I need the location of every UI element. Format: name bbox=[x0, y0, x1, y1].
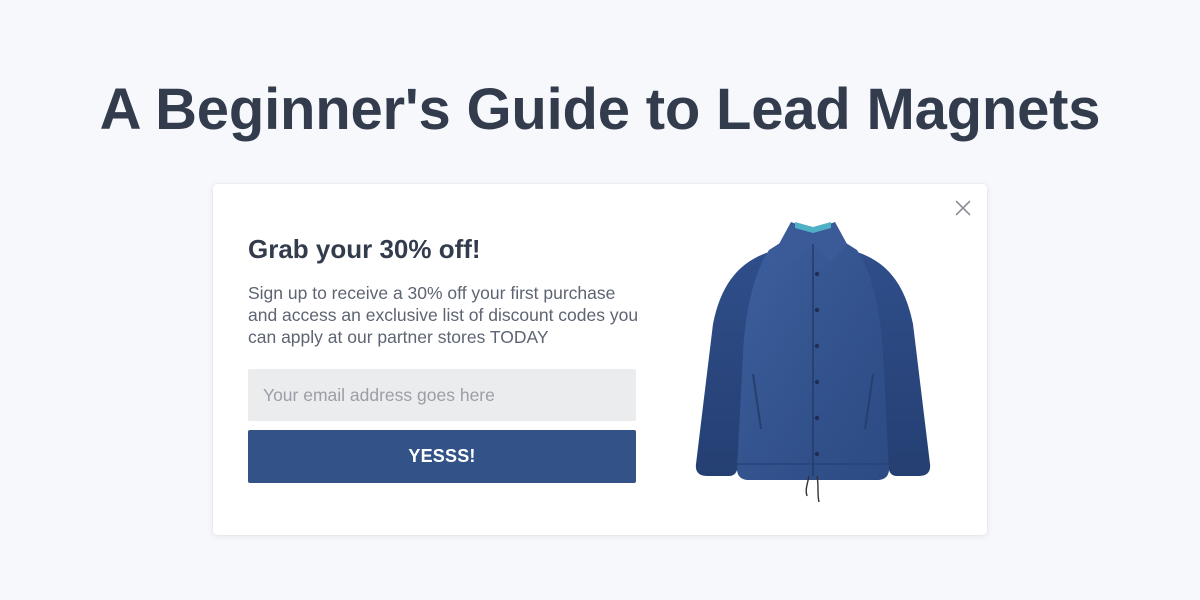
popup-headline: Grab your 30% off! bbox=[248, 234, 481, 264]
product-image-denim-jacket bbox=[691, 214, 935, 504]
submit-button[interactable]: YESSS! bbox=[248, 430, 636, 483]
email-input[interactable] bbox=[248, 369, 636, 421]
close-icon bbox=[955, 200, 971, 216]
page-title: A Beginner's Guide to Lead Magnets bbox=[99, 77, 1101, 142]
popup-description: Sign up to receive a 30% off your first … bbox=[248, 283, 639, 347]
close-button[interactable] bbox=[953, 198, 973, 218]
lead-magnet-popup: Grab your 30% off! Sign up to receive a … bbox=[213, 184, 987, 535]
